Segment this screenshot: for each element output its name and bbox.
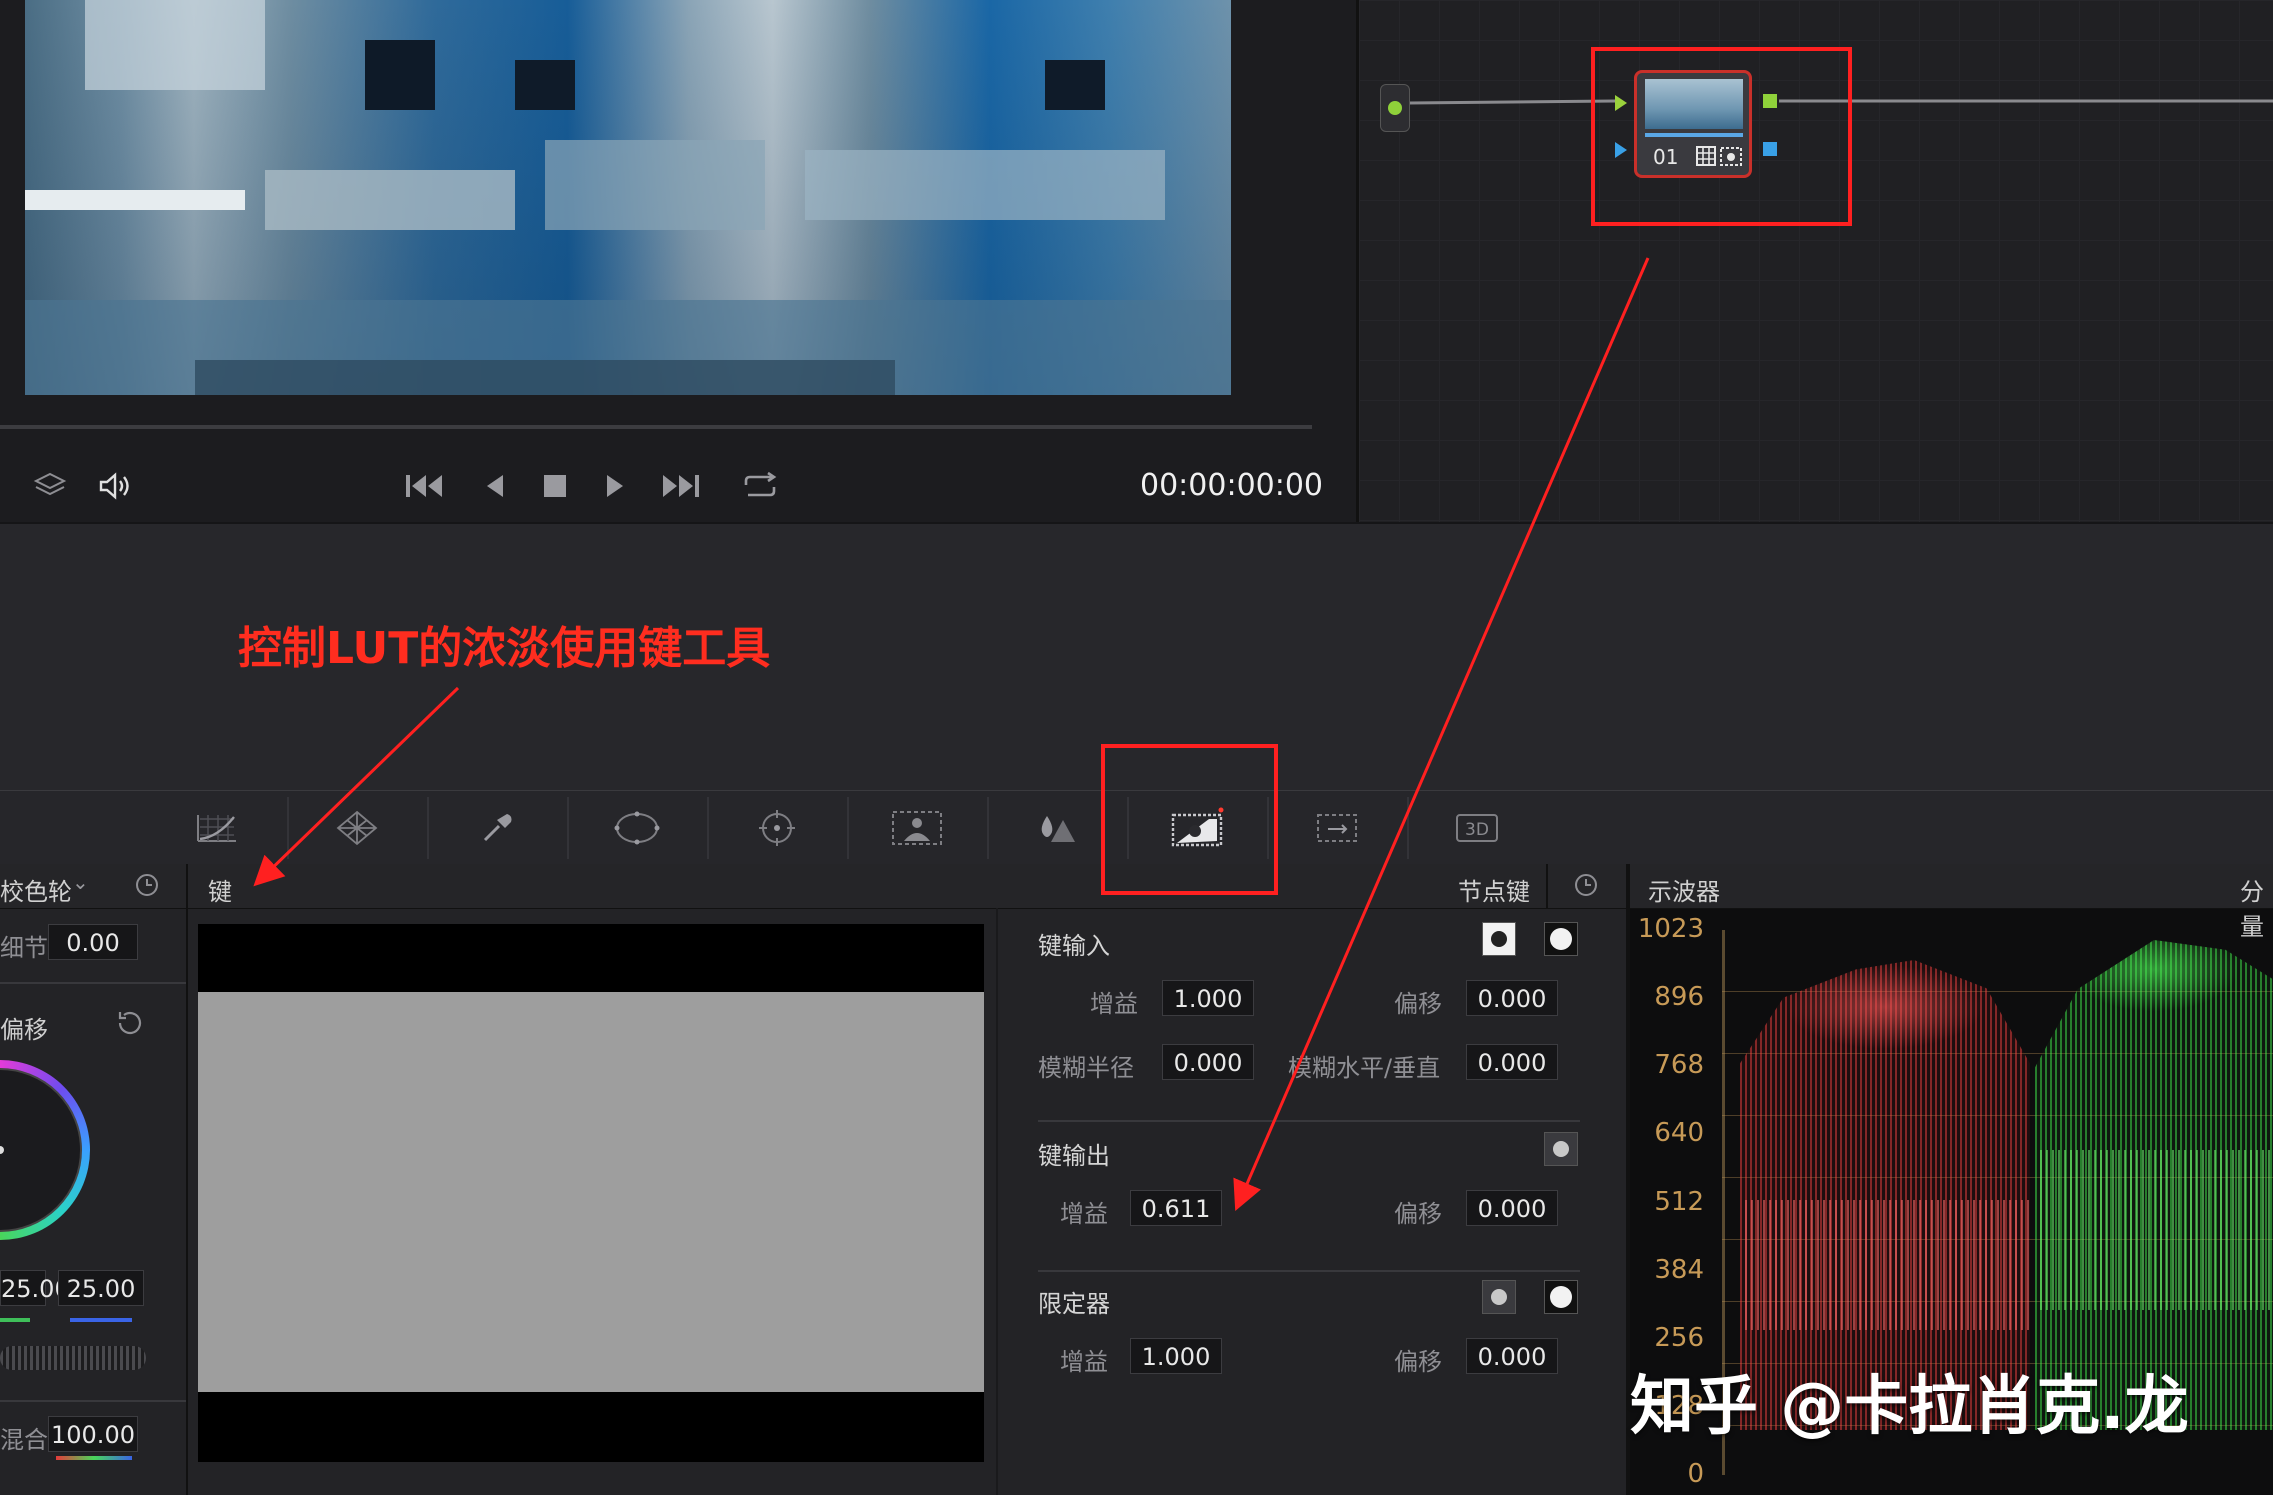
qualifier-gain-field[interactable]: 1.000: [1130, 1338, 1222, 1374]
key-input-mask-toggle[interactable]: [1482, 922, 1516, 956]
blur-hv-label: 模糊水平/垂直: [1288, 1054, 1441, 1082]
qualifier-title: 限定器: [1038, 1290, 1110, 1318]
color-wheels-header: 校色轮 ⌄: [0, 864, 186, 909]
scope-tick-label: 256: [1654, 1322, 1704, 1353]
qualifier-gain-label: 增益: [1060, 1348, 1108, 1376]
detail-label: 细节: [0, 934, 48, 962]
scope-header: 示波器 分量: [1630, 864, 2273, 941]
scope-title: 示波器: [1648, 878, 1720, 906]
power-window-icon[interactable]: [597, 801, 677, 855]
key-output-title: 键输出: [1038, 1142, 1110, 1170]
key-panel-header: 键 节点键: [188, 864, 1626, 909]
qualifier-mask-toggle[interactable]: [1482, 1280, 1516, 1314]
blur-hv-field[interactable]: 0.000: [1466, 1044, 1558, 1080]
magic-mask-icon[interactable]: [877, 801, 957, 855]
3d-icon[interactable]: 3D: [1437, 801, 1517, 855]
layers-icon[interactable]: [30, 450, 70, 522]
scope-tick-label: 512: [1654, 1186, 1704, 1217]
scope-green-detail: [2040, 1150, 2273, 1310]
loop-icon[interactable]: [735, 450, 785, 522]
stop-icon[interactable]: [535, 450, 575, 522]
speaker-icon[interactable]: [95, 450, 135, 522]
watermark-text: 知乎 @卡拉肖克.龙: [1630, 1370, 2189, 1444]
key-panel-title: 键: [208, 878, 232, 906]
green-indicator: [0, 1318, 30, 1322]
scope-tick-label: 640: [1654, 1118, 1704, 1149]
annotation-text: 控制LUT的浓淡使用键工具: [238, 623, 771, 674]
qualifier-offset-field[interactable]: 0.000: [1466, 1338, 1558, 1374]
key-output-offset-field[interactable]: 0.000: [1466, 1190, 1558, 1226]
timeline-scrubber[interactable]: [0, 425, 1312, 429]
curves-icon[interactable]: [177, 801, 257, 855]
mix-indicator: [56, 1456, 132, 1460]
blur-radius-label: 模糊半径: [1038, 1054, 1134, 1082]
blur-radius-field[interactable]: 0.000: [1162, 1044, 1254, 1080]
scope-tick-label: 1023: [1637, 914, 1704, 944]
key-input-gain-field[interactable]: 1.000: [1162, 980, 1254, 1016]
chevron-down-icon[interactable]: ⌄: [72, 870, 89, 894]
key-matte-preview: [198, 992, 984, 1392]
offset-blue-field[interactable]: 25.00: [58, 1270, 144, 1306]
key-input-offset-field[interactable]: 0.000: [1466, 980, 1558, 1016]
key-input-offset-label: 偏移: [1394, 990, 1442, 1018]
tracker-icon[interactable]: [737, 801, 817, 855]
key-output-gain-field[interactable]: 0.611: [1130, 1190, 1222, 1226]
wheels-mode-select[interactable]: 校色轮: [0, 872, 72, 907]
key-input-invert-toggle[interactable]: [1544, 922, 1578, 956]
reset-icon[interactable]: [132, 870, 162, 906]
mix-field[interactable]: 100.00: [48, 1416, 138, 1452]
skip-end-icon[interactable]: [655, 450, 705, 522]
scope-tick-label: 384: [1654, 1254, 1704, 1285]
key-output-offset-label: 偏移: [1394, 1200, 1442, 1228]
skip-start-icon[interactable]: [400, 450, 450, 522]
scope-tick-label: 896: [1654, 982, 1704, 1013]
key-input-title: 键输入: [1038, 932, 1110, 960]
qualifier-invert-toggle[interactable]: [1544, 1280, 1578, 1314]
scope-red-detail: [1745, 1200, 2030, 1330]
offset-wheel-label: 偏移: [0, 1016, 48, 1044]
node-input-port[interactable]: [1380, 84, 1410, 132]
timecode-display: 00:00:00:00: [1140, 468, 1324, 503]
qualifier-eyedropper-icon[interactable]: [457, 801, 537, 855]
offset-green-field[interactable]: 25.00: [0, 1270, 70, 1306]
qualifier-offset-label: 偏移: [1394, 1348, 1442, 1376]
play-icon[interactable]: [595, 450, 635, 522]
detail-field[interactable]: 0.00: [48, 924, 138, 960]
mix-label: 混合: [0, 1426, 48, 1454]
play-reverse-icon[interactable]: [475, 450, 515, 522]
key-preview-frame: [198, 924, 984, 1462]
offset-reset-icon[interactable]: [112, 1006, 146, 1044]
node-highlight-box: [1591, 47, 1852, 226]
blur-icon[interactable]: [1017, 801, 1097, 855]
key-input-gain-label: 增益: [1090, 990, 1138, 1018]
color-warper-icon[interactable]: [317, 801, 397, 855]
video-preview: [25, 0, 1231, 395]
blue-indicator: [70, 1318, 132, 1322]
key-tool-highlight-box: [1101, 744, 1278, 895]
key-reset-icon[interactable]: [1571, 870, 1601, 906]
master-wheel-slider[interactable]: [0, 1346, 146, 1370]
svg-text:3D: 3D: [1465, 820, 1489, 840]
node-key-select[interactable]: 节点键: [1458, 872, 1530, 907]
sizing-icon[interactable]: [1297, 801, 1377, 855]
key-output-mask-toggle[interactable]: [1544, 1132, 1578, 1166]
scope-tick-label: 0: [1687, 1459, 1704, 1489]
scope-tick-label: 768: [1654, 1050, 1704, 1081]
key-output-gain-label: 增益: [1060, 1200, 1108, 1228]
